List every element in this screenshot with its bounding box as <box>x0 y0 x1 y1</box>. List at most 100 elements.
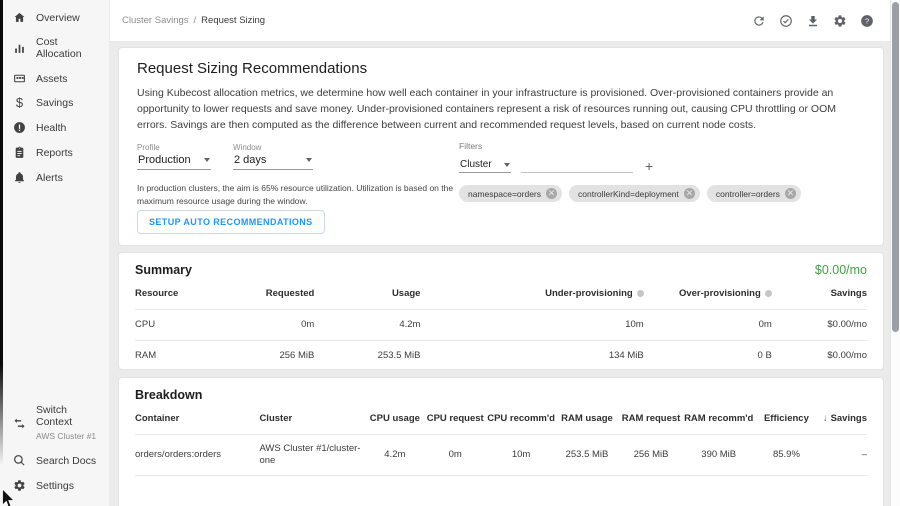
sidebar-item-label: Settings <box>36 480 74 492</box>
breadcrumb-separator: / <box>194 15 197 26</box>
sidebar-item-assets[interactable]: Assets <box>3 66 109 91</box>
column-header-cpu-request[interactable]: CPU request <box>424 406 486 435</box>
bell-icon <box>13 171 26 184</box>
health-icon <box>13 121 26 134</box>
gear-icon[interactable] <box>832 13 847 28</box>
help-icon[interactable]: ? <box>859 13 874 28</box>
download-icon[interactable] <box>805 13 820 28</box>
sidebar-item-label: Assets <box>36 73 68 85</box>
topbar-actions: ? <box>751 13 874 28</box>
sidebar-item-switch-context[interactable]: Switch Context AWS Cluster #1 <box>3 398 109 448</box>
check-circle-icon[interactable] <box>778 13 793 28</box>
sidebar-item-label: Reports <box>36 147 73 159</box>
main-area: Cluster Savings / Request Sizing ? <box>110 0 900 506</box>
page-title: Request Sizing Recommendations <box>137 60 865 78</box>
table-row-ram: RAM 256 MiB 253.5 MiB 134 MiB 0 B $0.00/… <box>135 341 867 371</box>
page-content: Request Sizing Recommendations Using Kub… <box>110 42 900 506</box>
sidebar-item-label: Cost Allocation <box>36 36 105 60</box>
mouse-cursor <box>1 489 15 506</box>
filter-chip: controllerKind=deployment ✕ <box>569 185 700 202</box>
column-header-ram-request[interactable]: RAM request <box>618 406 684 435</box>
filters-block: Filters Cluster + <box>459 141 655 173</box>
sidebar-item-savings[interactable]: $ Savings <box>3 91 109 115</box>
window-select[interactable]: Window 2 days <box>233 143 313 170</box>
sidebar-item-cost-allocation[interactable]: Cost Allocation <box>3 30 109 66</box>
kubecost-app: Overview Cost Allocation Assets $ Saving… <box>0 0 900 506</box>
svg-text:?: ? <box>864 16 868 25</box>
sidebar-item-settings[interactable]: Settings <box>3 473 109 498</box>
column-header-ram-recommended[interactable]: RAM recomm'd <box>684 406 754 435</box>
vertical-scrollbar[interactable] <box>890 0 900 506</box>
filter-type-select[interactable]: Cluster <box>459 159 511 173</box>
remove-chip-icon[interactable]: ✕ <box>785 188 796 199</box>
sidebar: Overview Cost Allocation Assets $ Saving… <box>0 0 110 506</box>
sidebar-nav: Overview Cost Allocation Assets $ Saving… <box>3 5 109 190</box>
info-icon[interactable] <box>765 290 772 297</box>
sidebar-item-reports[interactable]: Reports <box>3 140 109 165</box>
remove-chip-icon[interactable]: ✕ <box>684 188 695 199</box>
clipboard-icon <box>13 146 26 159</box>
summary-title: Summary <box>135 263 192 277</box>
window-select-label: Window <box>233 143 313 152</box>
sidebar-item-health[interactable]: Health <box>3 115 109 140</box>
sidebar-item-alerts[interactable]: Alerts <box>3 165 109 190</box>
refresh-icon[interactable] <box>751 13 766 28</box>
bar-chart-icon <box>13 42 26 55</box>
filter-chips: namespace=orders ✕ controllerKind=deploy… <box>459 185 801 202</box>
breadcrumb-current: Request Sizing <box>201 15 265 26</box>
chevron-down-icon <box>306 158 312 162</box>
sidebar-bottom-nav: Switch Context AWS Cluster #1 Search Doc… <box>3 398 109 498</box>
filter-chip-label: controllerKind=deployment <box>578 189 679 199</box>
column-header-over-provisioning: Over-provisioning <box>644 281 772 310</box>
column-header-efficiency[interactable]: Efficiency <box>753 406 819 435</box>
window-edge <box>0 0 3 506</box>
sidebar-item-label: Search Docs <box>36 455 96 467</box>
table-row[interactable]: orders/orders:orders AWS Cluster #1/clus… <box>135 435 867 476</box>
cluster-cell: AWS Cluster #1/cluster-one <box>259 435 365 476</box>
chevron-down-icon <box>504 163 510 167</box>
total-savings-value: $0.00/mo <box>815 263 867 277</box>
sidebar-item-label: Savings <box>36 97 73 109</box>
controls-row: Profile Production Window 2 days I <box>137 143 865 239</box>
summary-table: Resource Requested Usage Under-provision… <box>135 281 867 370</box>
breadcrumb-parent[interactable]: Cluster Savings <box>122 15 189 26</box>
breakdown-header-row: Container Cluster CPU usage CPU request … <box>135 406 867 435</box>
dollar-icon: $ <box>13 97 26 109</box>
sidebar-item-label: Alerts <box>36 172 63 184</box>
add-filter-button[interactable]: + <box>643 159 655 173</box>
profile-select[interactable]: Profile Production <box>137 143 211 170</box>
info-icon[interactable] <box>637 290 644 297</box>
column-header-cpu-recommended[interactable]: CPU recomm'd <box>486 406 556 435</box>
column-header-requested: Requested <box>223 281 315 310</box>
sidebar-item-overview[interactable]: Overview <box>3 5 109 30</box>
breakdown-card: Breakdown Container Cluster CPU usage CP… <box>118 377 884 506</box>
container-cell: orders/orders:orders <box>135 435 259 476</box>
breakdown-table: Container Cluster CPU usage CPU request … <box>135 406 867 476</box>
page-description: Using Kubecost allocation metrics, we de… <box>137 85 859 133</box>
sidebar-item-search-docs[interactable]: Search Docs <box>3 448 109 473</box>
sidebar-item-label: Health <box>36 122 66 134</box>
filters-label: Filters <box>459 141 655 151</box>
filter-chip-label: namespace=orders <box>468 189 541 199</box>
column-header-cpu-usage[interactable]: CPU usage <box>366 406 425 435</box>
window-select-value: 2 days <box>234 154 266 166</box>
filter-chip-label: controller=orders <box>716 189 780 199</box>
sidebar-item-label: Overview <box>36 12 80 24</box>
column-header-resource: Resource <box>135 281 223 310</box>
column-header-savings: Savings <box>772 281 867 310</box>
profile-select-label: Profile <box>137 143 211 152</box>
setup-auto-recommendations-button[interactable]: SETUP AUTO RECOMMENDATIONS <box>137 210 325 234</box>
column-header-cluster[interactable]: Cluster <box>259 406 365 435</box>
chevron-down-icon <box>204 158 210 162</box>
table-row-cpu: CPU 0m 4.2m 10m 0m $0.00/mo <box>135 310 867 341</box>
search-icon <box>13 454 26 467</box>
filter-chip: namespace=orders ✕ <box>459 185 562 202</box>
remove-chip-icon[interactable]: ✕ <box>546 188 557 199</box>
scrollbar-thumb[interactable] <box>892 2 899 332</box>
filter-value-input[interactable] <box>521 157 633 173</box>
summary-card: Summary $0.00/mo Resource Requested Usag… <box>118 252 884 370</box>
sidebar-item-label: Switch Context <box>36 404 105 428</box>
column-header-ram-usage[interactable]: RAM usage <box>556 406 618 435</box>
column-header-savings-sort[interactable]: ↓Savings <box>819 406 867 435</box>
column-header-container[interactable]: Container <box>135 406 259 435</box>
